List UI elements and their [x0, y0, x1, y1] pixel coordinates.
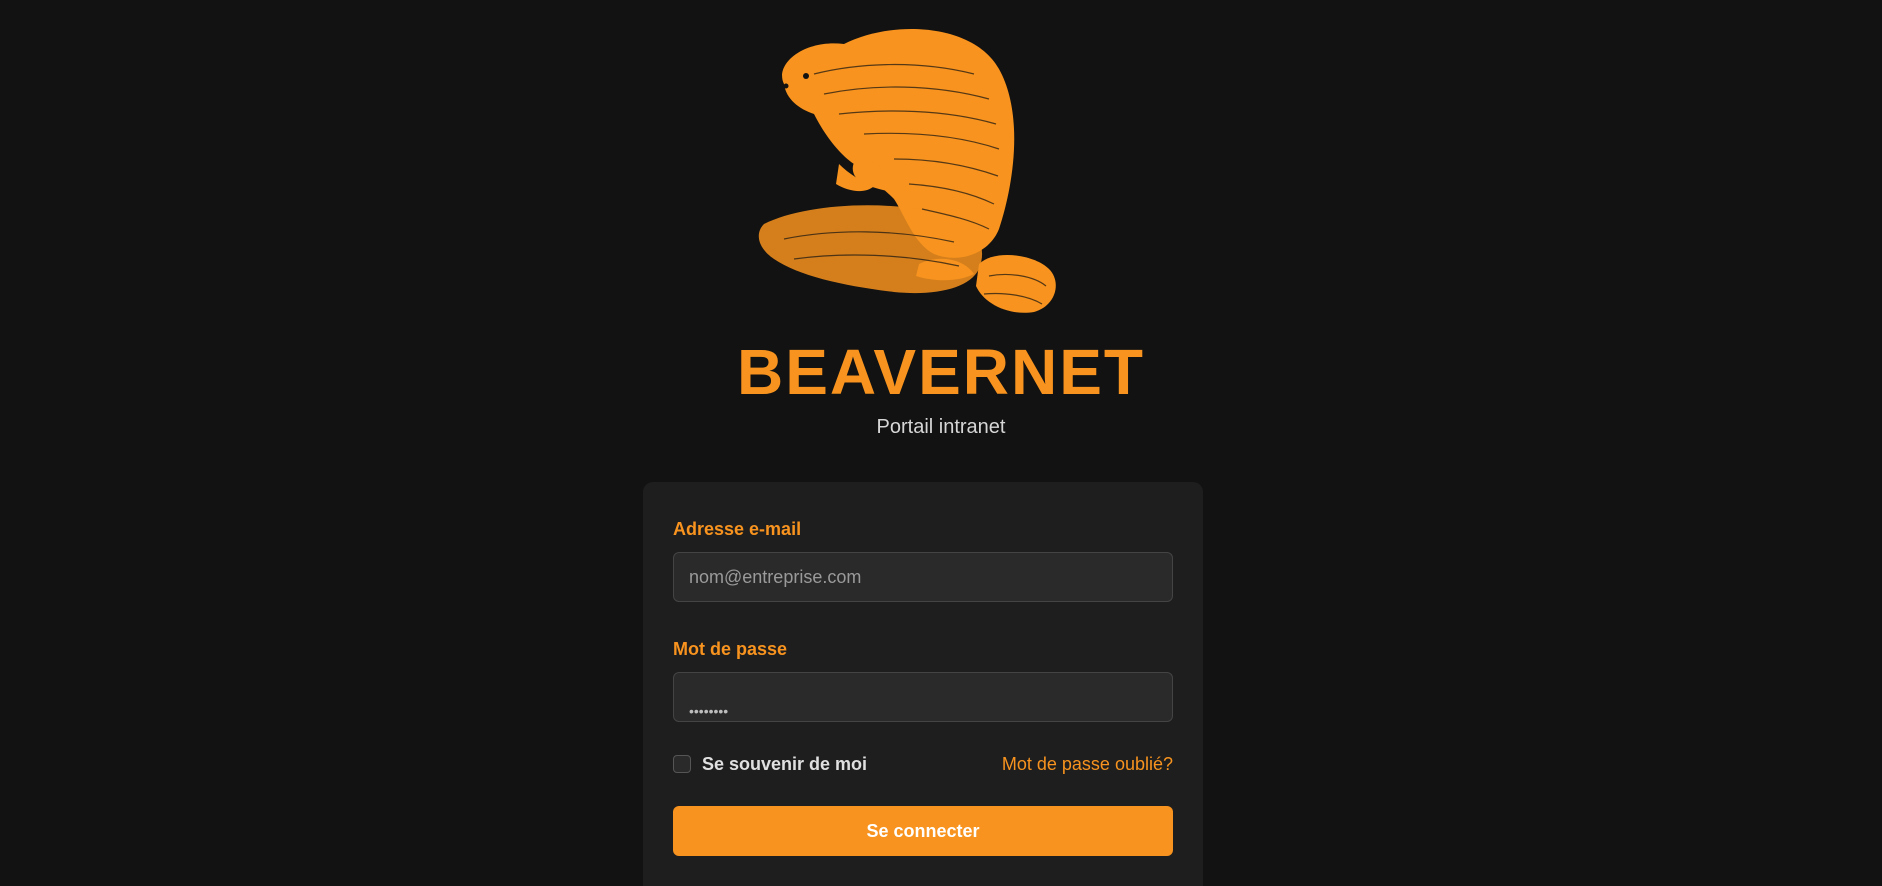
- forgot-password-link[interactable]: Mot de passe oublié?: [1002, 752, 1173, 776]
- password-input[interactable]: [673, 672, 1173, 722]
- password-label: Mot de passe: [673, 639, 788, 659]
- remember-me-toggle[interactable]: Se souvenir de moi: [673, 752, 867, 776]
- remember-me-label: Se souvenir de moi: [702, 753, 868, 774]
- brand-subtitle: Portail intranet: [876, 416, 1006, 438]
- brand-title: BEAVERNET: [737, 336, 1145, 408]
- login-card: Adresse e-mail Mot de passe •••••••• Se …: [643, 482, 1203, 886]
- login-page: BEAVERNET Portail intranet Adresse e-mai…: [0, 0, 1882, 886]
- email-input[interactable]: [673, 552, 1173, 602]
- login-button[interactable]: Se connecter: [673, 806, 1173, 856]
- email-label: Adresse e-mail: [673, 519, 802, 539]
- beaver-logo: [758, 29, 1056, 313]
- remember-me-checkbox[interactable]: [673, 755, 691, 773]
